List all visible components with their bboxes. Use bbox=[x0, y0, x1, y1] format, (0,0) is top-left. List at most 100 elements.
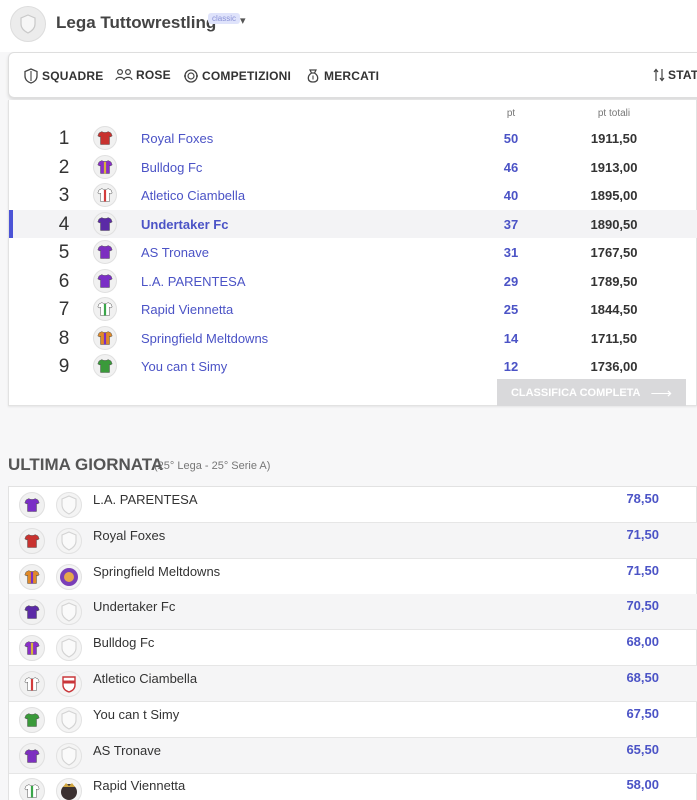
round-row[interactable]: Springfield Meltdowns 71,50 bbox=[9, 559, 697, 595]
team-name-link[interactable]: Royal Foxes bbox=[141, 131, 213, 146]
money-bag-icon bbox=[307, 69, 319, 83]
team-shirt bbox=[93, 211, 117, 236]
col-total-header: pt totali bbox=[597, 108, 631, 119]
team-shirt bbox=[93, 183, 117, 207]
team-name-link[interactable]: Atletico Ciambella bbox=[141, 188, 245, 203]
team-points: 29 bbox=[503, 273, 519, 289]
standings-row[interactable]: 3 Atletico Ciambella 40 1895,00 bbox=[9, 181, 697, 209]
team-logo bbox=[56, 492, 82, 518]
shield-icon bbox=[61, 495, 77, 515]
rank-number: 9 bbox=[58, 356, 70, 377]
round-team-name[interactable]: Bulldog Fc bbox=[93, 635, 154, 650]
league-logo[interactable] bbox=[10, 6, 46, 42]
team-total-points: 1895,00 bbox=[590, 188, 638, 203]
round-row[interactable]: You can t Simy 67,50 bbox=[9, 702, 697, 738]
standings-row[interactable]: 9 You can t Simy 12 1736,00 bbox=[9, 352, 697, 380]
nav-stat[interactable]: STAT bbox=[653, 68, 697, 82]
round-team-name[interactable]: L.A. PARENTESA bbox=[93, 492, 198, 507]
rank-number: 4 bbox=[58, 213, 70, 235]
full-standings-label: CLASSIFICA COMPLETA bbox=[510, 386, 641, 399]
team-shirt bbox=[19, 599, 45, 626]
shirt-icon bbox=[24, 641, 40, 655]
team-shirt bbox=[19, 778, 45, 800]
team-name-link[interactable]: Bulldog Fc bbox=[141, 160, 202, 175]
round-team-name[interactable]: Rapid Viennetta bbox=[93, 778, 185, 793]
team-shirt bbox=[19, 671, 45, 697]
last-round-list: L.A. PARENTESA 78,50 Royal Foxes 71,50 Sprin… bbox=[8, 486, 697, 800]
team-shirt bbox=[93, 354, 117, 378]
rank-number: 6 bbox=[58, 270, 70, 292]
rank-number: 1 bbox=[58, 128, 70, 149]
round-team-score: 68,50 bbox=[626, 670, 659, 685]
standings-row[interactable]: 6 L.A. PARENTESA 29 1789,50 bbox=[9, 267, 697, 295]
rank-number: 7 bbox=[58, 299, 70, 320]
team-shirt bbox=[93, 126, 117, 150]
shirt-icon bbox=[24, 533, 40, 548]
team-total-points: 1789,50 bbox=[590, 273, 638, 289]
nav-mercati[interactable]: MERCATI bbox=[305, 68, 379, 84]
round-row[interactable]: Rapid Viennetta 58,00 bbox=[9, 773, 697, 800]
round-row[interactable]: AS Tronave 65,50 bbox=[9, 737, 697, 774]
nav-squadre[interactable]: SQUADRE bbox=[23, 68, 103, 84]
shirt-icon bbox=[24, 677, 40, 691]
team-shirt bbox=[19, 742, 45, 769]
team-points: 50 bbox=[503, 131, 519, 146]
nav-stat-label: STAT bbox=[668, 68, 697, 82]
standings-row[interactable]: 2 Bulldog Fc 46 1913,00 bbox=[9, 153, 697, 181]
team-name-link[interactable]: You can t Simy bbox=[141, 359, 227, 374]
team-shirt bbox=[93, 325, 117, 350]
shirt-icon bbox=[97, 330, 113, 345]
round-team-score: 70,50 bbox=[626, 598, 659, 614]
team-logo bbox=[56, 635, 82, 662]
shield-icon bbox=[61, 710, 77, 730]
standings-row[interactable]: 7 Rapid Viennetta 25 1844,50 bbox=[9, 295, 697, 323]
chevron-down-icon[interactable]: ▾ bbox=[240, 14, 246, 27]
team-name-link[interactable]: Springfield Meltdowns bbox=[141, 331, 268, 346]
team-points: 14 bbox=[503, 330, 519, 346]
standings-row[interactable]: 4 Undertaker Fc 37 1890,50 bbox=[9, 209, 697, 238]
round-team-name[interactable]: Atletico Ciambella bbox=[93, 671, 197, 686]
round-team-name[interactable]: Royal Foxes bbox=[93, 528, 165, 543]
round-row[interactable]: Atletico Ciambella 68,50 bbox=[9, 666, 697, 702]
round-row[interactable]: Bulldog Fc 68,00 bbox=[9, 630, 697, 667]
round-team-name[interactable]: You can t Simy bbox=[93, 707, 179, 722]
round-team-score: 78,50 bbox=[626, 491, 659, 506]
round-row[interactable]: Royal Foxes 71,50 bbox=[9, 522, 697, 559]
nav-rose[interactable]: ROSE bbox=[115, 68, 171, 82]
shirt-icon bbox=[97, 302, 113, 316]
team-total-points: 1913,00 bbox=[590, 159, 638, 175]
round-team-name[interactable]: Undertaker Fc bbox=[93, 599, 175, 614]
team-logo bbox=[56, 742, 82, 769]
team-logo bbox=[56, 778, 82, 800]
team-shirt bbox=[19, 635, 45, 662]
rank-number: 3 bbox=[58, 185, 70, 206]
sort-icon bbox=[653, 68, 665, 82]
round-row[interactable]: L.A. PARENTESA 78,50 bbox=[9, 487, 697, 523]
team-points: 37 bbox=[503, 216, 519, 232]
nav-competizioni-label: COMPETIZIONI bbox=[202, 69, 292, 83]
team-shirt bbox=[93, 240, 117, 264]
shirt-icon bbox=[97, 188, 113, 202]
nav-competizioni[interactable]: COMPETIZIONI bbox=[183, 68, 291, 84]
team-name-link[interactable]: AS Tronave bbox=[141, 245, 209, 260]
team-logo bbox=[56, 563, 82, 590]
round-team-score: 67,50 bbox=[626, 705, 659, 721]
round-team-name[interactable]: Springfield Meltdowns bbox=[93, 564, 220, 579]
team-logo bbox=[56, 706, 82, 733]
round-team-name[interactable]: AS Tronave bbox=[93, 743, 161, 758]
league-name[interactable]: Lega Tuttowrestling bbox=[56, 13, 216, 33]
standings-row[interactable]: 8 Springfield Meltdowns 14 1711,50 bbox=[9, 324, 697, 352]
full-standings-button[interactable]: CLASSIFICA COMPLETA ⟶ bbox=[497, 379, 686, 406]
standings-row[interactable]: 1 Royal Foxes 50 1911,50 bbox=[9, 124, 697, 152]
round-team-score: 71,50 bbox=[626, 526, 659, 542]
last-round-title: ULTIMA GIORNATA bbox=[8, 455, 164, 474]
main-nav: SQUADRE ROSE COMPETIZIONI MERCATI STAT bbox=[8, 52, 697, 98]
team-shirt bbox=[93, 154, 117, 179]
team-name-link[interactable]: L.A. PARENTESA bbox=[141, 274, 246, 289]
team-name-link[interactable]: Undertaker Fc bbox=[141, 217, 228, 232]
team-shirt bbox=[19, 563, 45, 590]
team-points: 40 bbox=[503, 188, 519, 203]
round-row[interactable]: Undertaker Fc 70,50 bbox=[9, 594, 697, 631]
standings-row[interactable]: 5 AS Tronave 31 1767,50 bbox=[9, 238, 697, 266]
team-name-link[interactable]: Rapid Viennetta bbox=[141, 302, 233, 317]
